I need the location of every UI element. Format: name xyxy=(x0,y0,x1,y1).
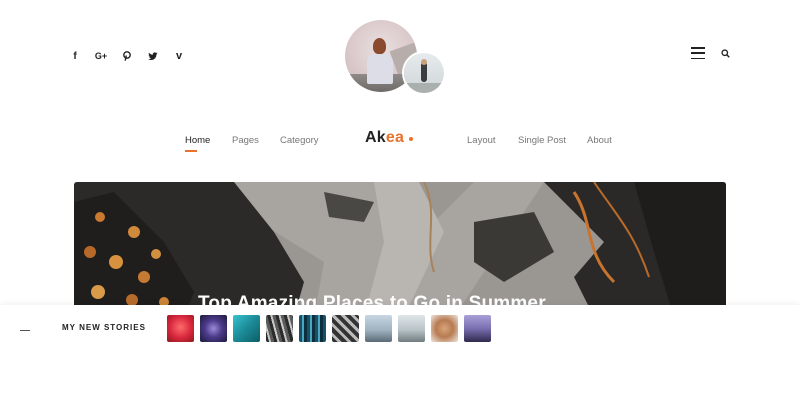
nav-item-pages[interactable]: Pages xyxy=(232,135,259,146)
story-thumbnail[interactable] xyxy=(332,315,359,342)
story-thumbnail[interactable] xyxy=(431,315,458,342)
nav-item-about[interactable]: About xyxy=(587,135,612,146)
story-thumbnail[interactable] xyxy=(200,315,227,342)
search-glyph xyxy=(721,48,730,58)
avatar-small-figure-head xyxy=(421,59,427,65)
story-thumbnail[interactable] xyxy=(167,315,194,342)
logo-text: Ak xyxy=(365,129,386,146)
avatar-small-figure xyxy=(421,62,427,82)
logo-dot xyxy=(409,137,414,141)
stories-dash-icon[interactable] xyxy=(20,330,30,331)
author-avatar-secondary[interactable] xyxy=(404,53,444,93)
logo-accent-text: ea xyxy=(385,129,405,146)
story-thumbnail[interactable] xyxy=(365,315,392,342)
search-icon[interactable] xyxy=(721,48,730,58)
stories-label: MY NEW STORIES xyxy=(62,323,146,332)
avatar-person-body xyxy=(367,54,393,84)
nav-item-category[interactable]: Category xyxy=(280,135,319,146)
stories-bar: MY NEW STORIES xyxy=(0,305,800,400)
pinterest-glyph xyxy=(123,51,131,61)
main-navigation: Home Pages Category Akea Layout Single P… xyxy=(0,129,800,157)
menu-line xyxy=(691,52,705,54)
avatar-person-hair xyxy=(373,38,386,54)
story-thumbnail[interactable] xyxy=(398,315,425,342)
nav-item-layout[interactable]: Layout xyxy=(467,135,496,146)
story-thumbnail[interactable] xyxy=(233,315,260,342)
header-actions xyxy=(691,47,730,59)
nav-active-indicator xyxy=(185,150,197,152)
story-thumbnail[interactable] xyxy=(266,315,293,342)
facebook-icon[interactable]: f xyxy=(68,49,82,63)
stories-thumbnails xyxy=(167,315,491,342)
avatar-small-ground xyxy=(404,83,444,93)
story-thumbnail[interactable] xyxy=(464,315,491,342)
nav-item-single-post[interactable]: Single Post xyxy=(518,135,566,146)
twitter-icon[interactable] xyxy=(146,49,160,63)
story-thumbnail[interactable] xyxy=(299,315,326,342)
menu-line xyxy=(691,47,705,49)
site-logo[interactable]: Akea xyxy=(365,129,414,147)
nav-item-home[interactable]: Home xyxy=(185,135,210,146)
menu-line xyxy=(691,57,705,59)
page: f G+ v Home Pages Category Akea Layout S… xyxy=(0,0,800,400)
featured-post-image[interactable]: Top Amazing Places to Go in Summer xyxy=(74,182,726,317)
menu-icon[interactable] xyxy=(691,47,705,59)
vimeo-icon[interactable]: v xyxy=(172,49,186,63)
twitter-glyph xyxy=(148,52,158,60)
social-links: f G+ v xyxy=(68,49,186,63)
pinterest-icon[interactable] xyxy=(120,49,134,63)
google-plus-icon[interactable]: G+ xyxy=(94,49,108,63)
